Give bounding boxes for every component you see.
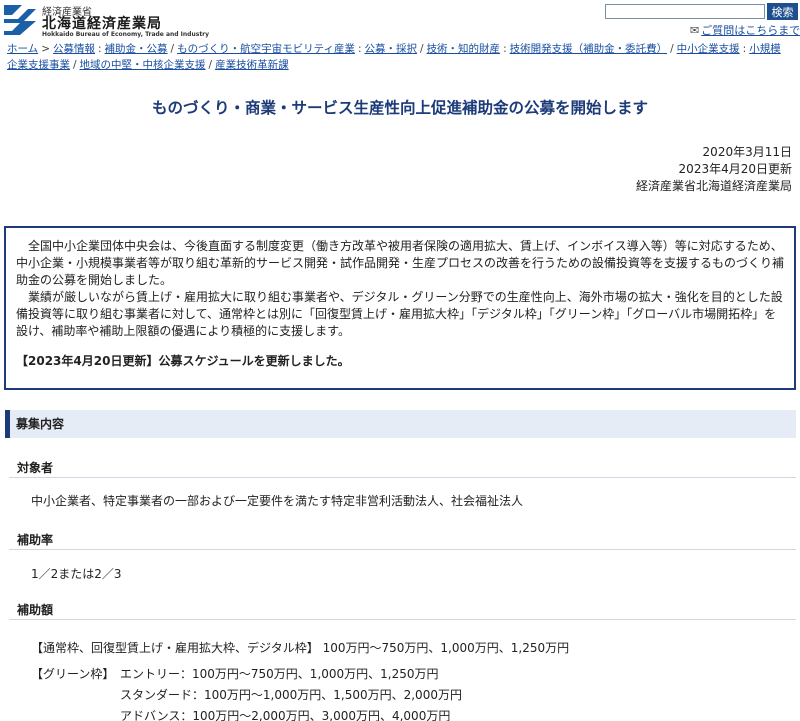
green-entry: エントリー：100万円～750万円、1,000万円、1,250万円 <box>120 667 439 681</box>
rate-text: 1／2または2／3 <box>31 567 122 581</box>
rate-heading: 補助率 <box>17 533 54 547</box>
mail-icon: ✉ <box>690 24 700 37</box>
target-heading: 対象者 <box>17 461 54 475</box>
breadcrumb-item[interactable]: 産業技術革新課 <box>215 59 289 71</box>
bureau-name[interactable]: 北海道経済産業局 <box>42 13 162 33</box>
divider <box>9 477 796 478</box>
green-label: 【グリーン枠】 <box>31 667 115 681</box>
search-input[interactable] <box>605 4 765 19</box>
breadcrumb-item[interactable]: 地域の中堅・中核企業支援 <box>80 59 206 71</box>
breadcrumb-item[interactable]: 中小企業支援 <box>677 43 740 55</box>
green-advance: アドバンス：100万円～2,000万円、3,000万円、4,000万円 <box>120 709 451 721</box>
author: 経済産業省北海道経済産業局 <box>635 179 792 193</box>
site-header: 経済産業省 北海道経済産業局 Hokkaido Bureau of Econom… <box>0 0 800 40</box>
green-standard: スタンダード：100万円～1,000万円、1,500万円、2,000万円 <box>120 688 462 702</box>
published-date: 2020年3月11日 <box>702 145 792 159</box>
intro-box: 全国中小企業団体中央会は、今後直面する制度変更（働き方改革や被用者保険の適用拡大… <box>4 226 796 390</box>
amount-heading: 補助額 <box>17 603 54 617</box>
amount-standard: 【通常枠、回復型賃上げ・雇用拡大枠、デジタル枠】 100万円～750万円、1,0… <box>31 641 570 655</box>
contact-link-label: ご質問はこちらまで <box>701 24 800 37</box>
meti-logo-icon[interactable] <box>2 3 38 37</box>
breadcrumb-item[interactable]: 公募・採択 <box>365 43 418 55</box>
breadcrumb-home[interactable]: ホーム <box>7 43 38 55</box>
divider <box>9 549 796 550</box>
search-button[interactable]: 検索 <box>767 3 798 20</box>
divider <box>9 619 796 620</box>
breadcrumb-item[interactable]: 小規模 <box>749 43 781 55</box>
breadcrumb-item[interactable]: 補助金・公募 <box>105 43 168 55</box>
contact-link[interactable]: ✉ ご質問はこちらまで <box>690 22 800 38</box>
updated-date: 2023年4月20日更新 <box>678 162 792 176</box>
breadcrumb-item[interactable]: 公募情報 <box>53 43 95 55</box>
update-note: 【2023年4月20日更新】公募スケジュールを更新しました。 <box>16 354 350 368</box>
breadcrumb-line-1: ホーム > 公募情報: 補助金・公募 / ものづくり・航空宇宙モビリティ産業: 公募・採択 /… <box>7 43 781 55</box>
target-text: 中小企業者、特定事業者の一部および一定要件を満たす特定非営利活動法人、社会福祉法… <box>31 494 524 508</box>
breadcrumb-item[interactable]: ものづくり・航空宇宙モビリティ産業 <box>177 43 355 55</box>
breadcrumb-item[interactable]: 技術・知的財産 <box>427 43 501 55</box>
breadcrumb: ホーム > 公募情報: 補助金・公募 / ものづくり・航空宇宙モビリティ産業: 公募・採択 /… <box>7 41 797 73</box>
breadcrumb-line-2: 企業支援事業 / 地域の中堅・中核企業支援 / 産業技術革新課 <box>7 59 289 71</box>
page-title: ものづくり・商業・サービス生産性向上促進補助金の公募を開始します <box>151 99 648 117</box>
intro-paragraph-2: 業績が厳しいながら賃上げ・雇用拡大に取り組む事業者や、デジタル・グリーン分野での… <box>16 290 783 338</box>
breadcrumb-item[interactable]: 技術開発支援（補助金・委託費） <box>510 43 668 55</box>
breadcrumb-item[interactable]: 企業支援事業 <box>7 59 70 71</box>
bureau-name-en: Hokkaido Bureau of Economy, Trade and In… <box>42 31 210 38</box>
intro-paragraph-1: 全国中小企業団体中央会は、今後直面する制度変更（働き方改革や被用者保険の適用拡大… <box>16 239 785 287</box>
date-block: 2020年3月11日 2023年4月20日更新 経済産業省北海道経済産業局 <box>636 144 792 195</box>
section-heading: 募集内容 <box>5 410 796 438</box>
